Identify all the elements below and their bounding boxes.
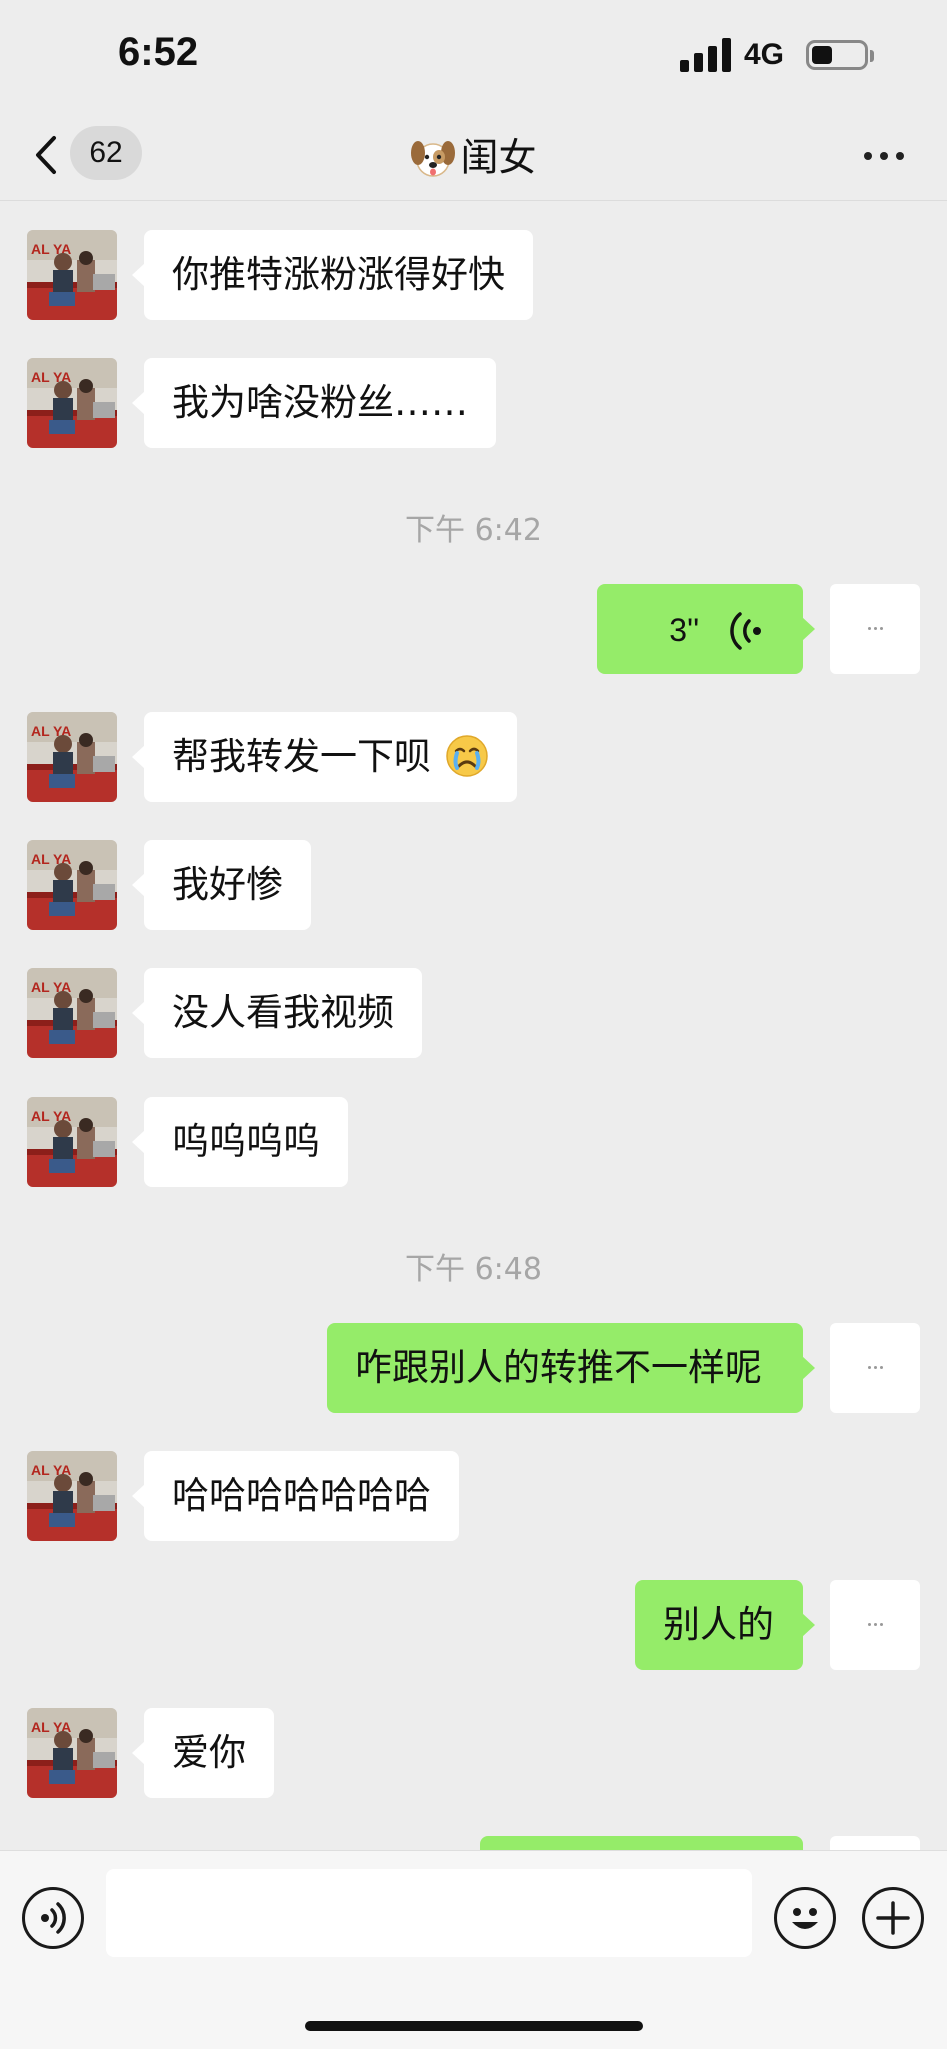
message-text: 帮我转发一下呗 — [172, 735, 431, 778]
dog-face-icon — [411, 140, 456, 177]
message-row-incoming: AL YA 没人看我视频 — [0, 968, 947, 1058]
chat-title-text: 闺女 — [460, 135, 537, 180]
home-indicator[interactable] — [305, 2021, 643, 2031]
emoji-icon — [792, 1908, 818, 1929]
contact-avatar[interactable]: AL YA — [27, 358, 117, 448]
message-bubble[interactable]: 没人看我视频 — [132, 968, 422, 1058]
battery-icon — [806, 40, 868, 70]
contact-avatar[interactable]: AL YA — [27, 230, 117, 320]
contact-avatar[interactable]: AL YA — [27, 1097, 117, 1187]
message-row-incoming: AL YA 你推特涨粉涨得好快 — [0, 230, 947, 320]
contact-avatar[interactable]: AL YA — [27, 968, 117, 1058]
chat-title[interactable]: 闺女 — [0, 130, 947, 183]
self-avatar[interactable] — [830, 1323, 920, 1413]
plus-icon — [876, 1901, 910, 1935]
voice-wave-icon — [730, 611, 761, 650]
signal-icon — [680, 38, 732, 72]
message-row-outgoing-partial — [0, 1836, 947, 1850]
message-row-outgoing: 3'' — [0, 584, 947, 674]
contact-avatar[interactable]: AL YA — [27, 1708, 117, 1798]
message-bubble[interactable]: 呜呜呜呜 — [132, 1097, 348, 1187]
voice-mode-icon — [41, 1902, 66, 1934]
message-bubble[interactable]: 哈哈哈哈哈哈哈 — [132, 1451, 459, 1541]
chat-header: 62 闺女 — [0, 110, 947, 201]
emoji-button[interactable] — [774, 1887, 836, 1949]
contact-avatar[interactable]: AL YA — [27, 712, 117, 802]
more-functions-button[interactable] — [862, 1887, 924, 1949]
timestamp: 下午 6:48 — [405, 1252, 542, 1287]
message-bubble[interactable]: 你推特涨粉涨得好快 — [132, 230, 533, 320]
message-row-outgoing: 咋跟别人的转推不一样呢 — [0, 1323, 947, 1413]
message-bubble[interactable]: 别人的 — [635, 1580, 815, 1670]
input-bar — [0, 1850, 947, 2049]
self-avatar[interactable] — [830, 1580, 920, 1670]
message-bubble-partial[interactable] — [480, 1836, 803, 1850]
status-time: 6:52 — [118, 30, 199, 74]
message-row-incoming: AL YA 哈哈哈哈哈哈哈 — [0, 1451, 947, 1541]
message-row-incoming: AL YA 呜呜呜呜 — [0, 1097, 947, 1187]
self-avatar[interactable] — [830, 584, 920, 674]
crying-face-emoji-icon — [446, 734, 488, 777]
message-row-outgoing: 别人的 — [0, 1580, 947, 1670]
voice-mode-button[interactable] — [22, 1887, 84, 1949]
self-avatar[interactable] — [830, 1836, 920, 1850]
message-bubble[interactable]: 爱你 — [132, 1708, 274, 1798]
status-bar: 6:52 4G — [0, 0, 947, 110]
message-row-incoming: AL YA 爱你 — [0, 1708, 947, 1798]
message-input[interactable] — [106, 1869, 752, 1957]
message-row-incoming: AL YA 我为啥没粉丝…… — [0, 358, 947, 448]
contact-avatar[interactable]: AL YA — [27, 840, 117, 930]
voice-duration: 3'' — [669, 612, 700, 648]
network-type: 4G — [744, 38, 785, 71]
timestamp: 下午 6:42 — [405, 513, 542, 548]
message-row-incoming: AL YA 我好惨 — [0, 840, 947, 930]
battery-level — [812, 46, 832, 64]
voice-message-bubble[interactable]: 3'' — [597, 584, 815, 674]
contact-avatar[interactable]: AL YA — [27, 1451, 117, 1541]
battery-cap — [870, 50, 874, 62]
more-options-button[interactable] — [862, 140, 906, 170]
message-bubble[interactable]: 帮我转发一下呗 — [132, 712, 517, 802]
message-bubble[interactable]: 我为啥没粉丝…… — [132, 358, 496, 448]
message-bubble[interactable]: 咋跟别人的转推不一样呢 — [327, 1323, 815, 1413]
message-bubble[interactable]: 我好惨 — [132, 840, 311, 930]
message-row-incoming: AL YA 帮我转发一下呗 — [0, 712, 947, 802]
message-list[interactable]: AL YA 你推特涨粉涨得好快 AL YA 我为啥没粉丝…… 下午 6:42 3… — [0, 200, 947, 1850]
